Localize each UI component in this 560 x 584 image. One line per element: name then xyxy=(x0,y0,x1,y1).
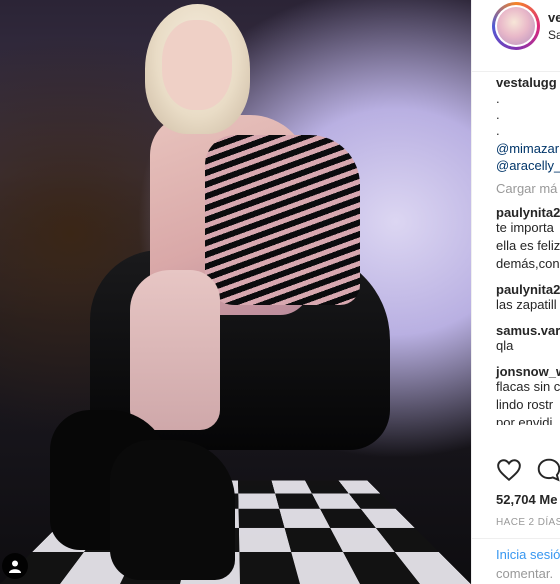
caption-username[interactable]: vestalugg xyxy=(496,75,560,93)
comments-section: vestalugg . . . @mimazar @aracelly_ Carg… xyxy=(496,75,560,425)
user-tag-icon[interactable] xyxy=(2,553,28,579)
comment-text: qla xyxy=(496,338,514,353)
post-photo[interactable] xyxy=(0,0,471,584)
load-more-comments[interactable]: Cargar má xyxy=(496,181,560,203)
login-link[interactable]: Inicia sesió xyxy=(496,547,560,562)
comment-text: las zapatill xyxy=(496,297,557,312)
post-date[interactable]: HACE 2 DÍAS xyxy=(496,517,560,528)
caption-line: . xyxy=(496,107,500,122)
avatar-image xyxy=(497,7,535,45)
avatar[interactable] xyxy=(492,2,540,50)
login-prompt: Inicia sesió xyxy=(496,547,560,562)
heart-icon[interactable] xyxy=(496,457,522,483)
platform-shoe-right xyxy=(110,440,235,580)
comment-username[interactable]: paulynita2 xyxy=(496,205,560,220)
caption-mention[interactable]: @aracelly_ xyxy=(496,158,560,175)
post-actions xyxy=(496,457,560,483)
divider xyxy=(472,538,560,539)
comment-text: flacas sin c xyxy=(496,379,560,394)
like-count[interactable]: 52,704 Me xyxy=(496,492,557,507)
login-prompt-rest: comentar. xyxy=(496,566,554,581)
comment-text: por envidi xyxy=(496,415,553,425)
comment-username[interactable]: paulynita2 xyxy=(496,282,560,297)
comment-icon[interactable] xyxy=(536,457,560,483)
figure-legs xyxy=(130,270,220,430)
comment-text: lindo rostr xyxy=(496,397,554,412)
comment-text: ella es feliz xyxy=(496,238,560,253)
comment-text: te importa xyxy=(496,220,554,235)
caption-mention[interactable]: @mimazar xyxy=(496,141,560,158)
figure-face xyxy=(162,20,232,110)
header-location[interactable]: Sa xyxy=(548,28,560,42)
caption-line: . xyxy=(496,123,500,138)
post-sidebar: ve Sa vestalugg . . . @mimazar @aracelly… xyxy=(471,0,560,584)
comment-text: demás,con xyxy=(496,256,560,271)
comment-username[interactable]: samus.vara xyxy=(496,323,560,338)
figure-outfit xyxy=(205,135,360,305)
comment-username[interactable]: jonsnow_w xyxy=(496,364,560,379)
caption-line: . xyxy=(496,91,500,106)
post-header: ve Sa xyxy=(472,0,560,72)
header-username[interactable]: ve xyxy=(548,10,560,25)
